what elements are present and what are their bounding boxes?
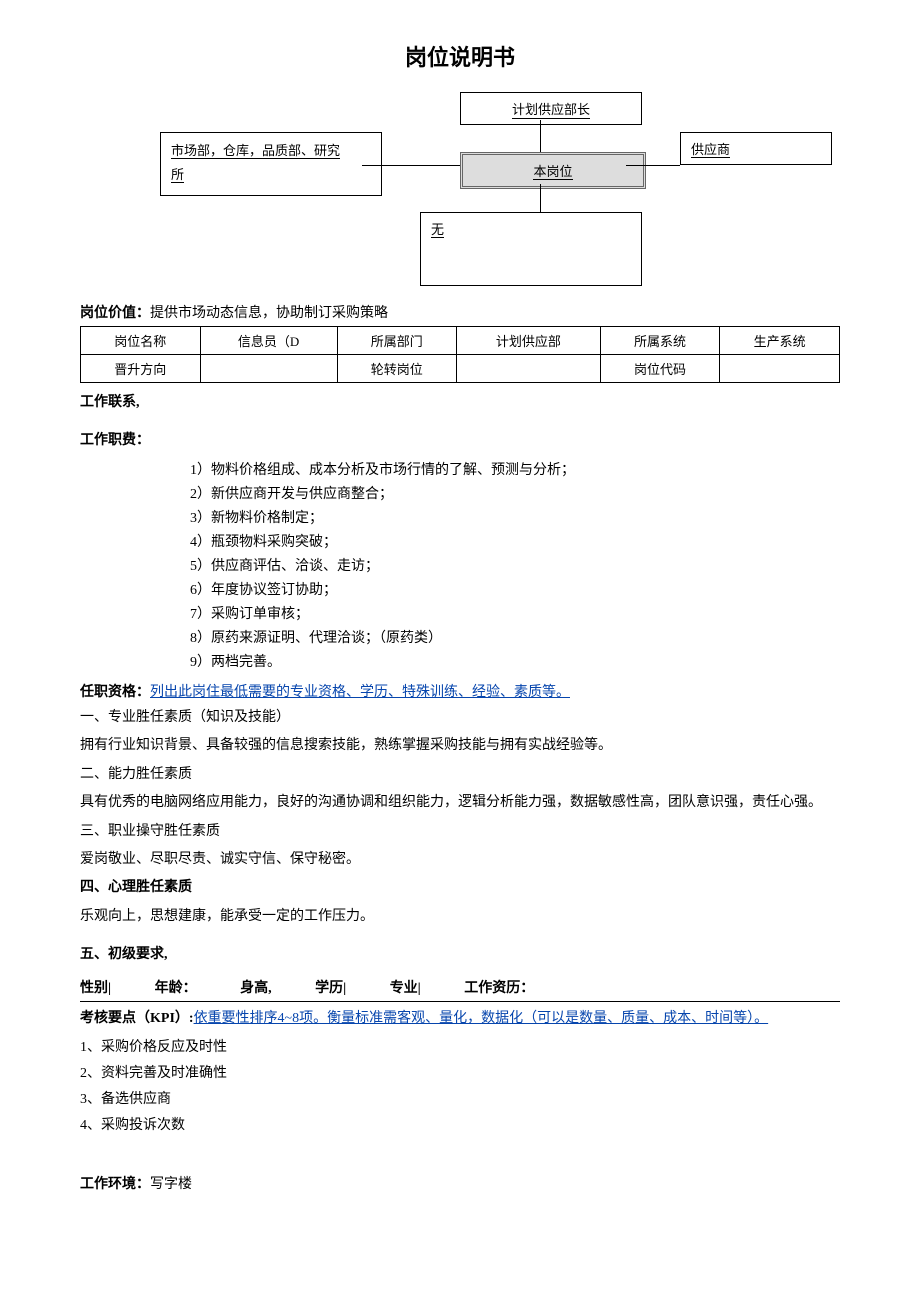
kpi-link: 依重要性排序4~8项。衡量标准需客观、量化，数据化（可以是数量、质量、成本、时间… (194, 1011, 769, 1026)
duty-item: 6）年度协议签订协助； (190, 579, 840, 599)
org-top-box: 计划供应部长 (460, 92, 642, 125)
q3-text: 爱岗敬业、尽职尽责、诚实守信、保守秘密。 (80, 849, 840, 871)
req-edu: 学历| (315, 981, 346, 996)
duty-item: 5）供应商评估、洽谈、走访； (190, 555, 840, 575)
cell: 所属系统 (600, 327, 720, 355)
req-age: 年龄： (155, 981, 197, 996)
env-label: 工作环境： (80, 1177, 150, 1192)
org-center-box: 本岗位 (460, 152, 646, 189)
value-text: 提供市场动态信息，协助制订采购策略 (150, 306, 388, 321)
value-label: 岗位价值： (80, 306, 150, 321)
duties-list: 1）物料价格组成、成本分析及市场行情的了解、预测与分析； 2）新供应商开发与供应… (190, 459, 840, 671)
q4-title: 四、心理胜任素质 (80, 877, 840, 899)
work-contact-label: 工作联系, (80, 391, 840, 411)
table-row: 岗位名称 信息员（D 所属部门 计划供应部 所属系统 生产系统 (81, 327, 840, 355)
info-table: 岗位名称 信息员（D 所属部门 计划供应部 所属系统 生产系统 晋升方向 轮转岗… (80, 326, 840, 383)
q1-title: 一、专业胜任素质（知识及技能） (80, 707, 840, 729)
org-line (540, 120, 541, 152)
kpi-line: 考核要点（KPI）:依重要性排序4~8项。衡量标准需客观、量化，数据化（可以是数… (80, 1008, 840, 1030)
org-right-box: 供应商 (680, 132, 832, 165)
org-line (626, 165, 680, 166)
cell: 岗位代码 (600, 355, 720, 383)
q2-text: 具有优秀的电脑网络应用能力，良好的沟通协调和组织能力，逻辑分析能力强，数据敏感性… (80, 792, 840, 814)
q1-text: 拥有行业知识背景、具备较强的信息搜索技能，熟练掌握采购技能与拥有实战经验等。 (80, 735, 840, 757)
qual-label: 任职资格： (80, 685, 150, 700)
org-left-line1: 市场部，仓库，品质部、研究 (171, 143, 340, 159)
org-bottom-text: 无 (431, 222, 444, 238)
q5-title: 五、初级要求, (80, 944, 840, 966)
req-major: 专业| (390, 981, 421, 996)
cell (720, 355, 840, 383)
q3-title: 三、职业操守胜任素质 (80, 821, 840, 843)
kpi-label: 考核要点（KPI）: (80, 1011, 194, 1026)
duty-item: 1）物料价格组成、成本分析及市场行情的了解、预测与分析； (190, 459, 840, 479)
req-gender: 性别| (80, 981, 111, 996)
duty-item: 9）两档完善。 (190, 651, 840, 671)
req-height: 身高, (240, 981, 272, 996)
cell: 岗位名称 (81, 327, 201, 355)
page-title: 岗位说明书 (80, 40, 840, 72)
q4-text: 乐观向上，思想建康，能承受一定的工作压力。 (80, 906, 840, 928)
qualification-line: 任职资格：列出此岗住最低需要的专业资格、学历、特殊训练、经验、素质等。 (80, 681, 840, 701)
duty-item: 8）原药来源证明、代理洽谈；（原药类） (190, 627, 840, 647)
duties-label: 工作职费： (80, 429, 840, 449)
kpi-item: 3、备选供应商 (80, 1088, 840, 1108)
q2-title: 二、能力胜任素质 (80, 764, 840, 786)
org-line (362, 165, 460, 166)
duty-item: 2）新供应商开发与供应商整合； (190, 483, 840, 503)
requirements-row: 性别| 年龄： 身高, 学历| 专业| 工作资历： (80, 973, 840, 1002)
cell (200, 355, 337, 383)
org-left-box: 市场部，仓库，品质部、研究 所 (160, 132, 382, 196)
org-right-text: 供应商 (691, 142, 730, 158)
cell: 信息员（D (200, 327, 337, 355)
table-row: 晋升方向 轮转岗位 岗位代码 (81, 355, 840, 383)
org-line (540, 184, 541, 212)
req-exp: 工作资历： (464, 981, 534, 996)
duty-item: 4）瓶颈物料采购突破； (190, 531, 840, 551)
duty-item: 3）新物料价格制定； (190, 507, 840, 527)
org-chart: 计划供应部长 市场部，仓库，品质部、研究 所 本岗位 供应商 无 (80, 92, 840, 292)
kpi-item: 1、采购价格反应及时性 (80, 1036, 840, 1056)
cell: 轮转岗位 (337, 355, 457, 383)
qual-link: 列出此岗住最低需要的专业资格、学历、特殊训练、经验、素质等。 (150, 685, 570, 700)
kpi-item: 4、采购投诉次数 (80, 1114, 840, 1134)
env-text: 写字楼 (150, 1177, 192, 1192)
org-top-text: 计划供应部长 (512, 102, 590, 119)
cell: 晋升方向 (81, 355, 201, 383)
org-left-line2: 所 (171, 167, 184, 183)
org-bottom-box: 无 (420, 212, 642, 286)
org-center-text: 本岗位 (533, 164, 572, 180)
cell: 所属部门 (337, 327, 457, 355)
work-env: 工作环境：写字楼 (80, 1174, 840, 1196)
position-value: 岗位价值：提供市场动态信息，协助制订采购策略 (80, 302, 840, 322)
cell: 生产系统 (720, 327, 840, 355)
duty-item: 7）采购订单审核； (190, 603, 840, 623)
kpi-item: 2、资料完善及时准确性 (80, 1062, 840, 1082)
cell: 计划供应部 (457, 327, 601, 355)
cell (457, 355, 601, 383)
kpi-list: 1、采购价格反应及时性 2、资料完善及时准确性 3、备选供应商 4、采购投诉次数 (80, 1036, 840, 1134)
